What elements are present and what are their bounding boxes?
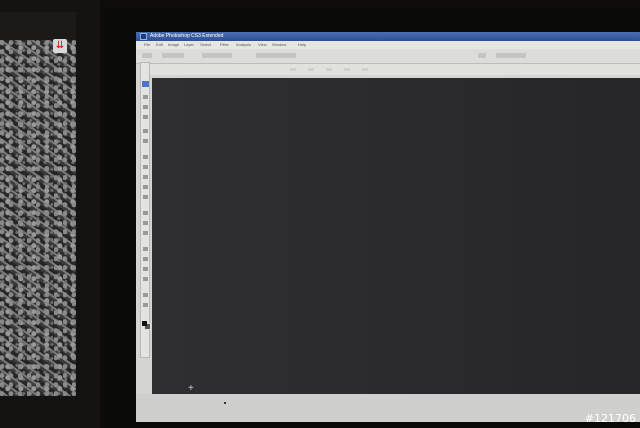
- left-monitor: ⇊: [0, 0, 100, 428]
- tool-preset-picker[interactable]: [142, 53, 152, 58]
- document-canvas[interactable]: +: [152, 78, 640, 394]
- tab-mark: [362, 68, 368, 71]
- marquee-tool-icon[interactable]: [143, 95, 148, 99]
- menu-layer[interactable]: Layer: [184, 41, 194, 49]
- watermark: #121706: [584, 412, 636, 425]
- zoom-tool-icon[interactable]: [143, 303, 148, 307]
- gradient-tool-icon[interactable]: [143, 211, 148, 215]
- status-indicator: [224, 402, 226, 404]
- blur-tool-icon[interactable]: [143, 221, 148, 225]
- option-control[interactable]: [478, 53, 486, 58]
- clone-stamp-tool-icon[interactable]: [143, 175, 148, 179]
- pen-tool-icon[interactable]: [143, 247, 148, 251]
- type-tool-icon[interactable]: [143, 257, 148, 261]
- slice-tool-icon[interactable]: [143, 139, 148, 143]
- dodge-tool-icon[interactable]: [143, 231, 148, 235]
- move-tool-icon[interactable]: [142, 81, 149, 87]
- eraser-tool-icon[interactable]: [143, 195, 148, 199]
- document-tab[interactable]: [150, 64, 640, 75]
- menu-analysis[interactable]: Analysis: [236, 41, 251, 49]
- menu-select[interactable]: Select: [200, 41, 211, 49]
- path-selection-tool-icon[interactable]: [143, 267, 148, 271]
- crosshair-cursor-icon: +: [188, 383, 194, 394]
- photoshop-app-icon: [140, 33, 147, 40]
- window-title: Adobe Photoshop CS3 Extended: [150, 33, 224, 39]
- lasso-tool-icon[interactable]: [143, 105, 148, 109]
- foreground-color-swatch[interactable]: [142, 321, 147, 326]
- menu-bar: File Edit Image Layer Select Filter Anal…: [136, 41, 640, 49]
- menu-edit[interactable]: Edit: [156, 41, 163, 49]
- menu-file[interactable]: File: [144, 41, 150, 49]
- options-bar: [136, 49, 640, 64]
- healing-brush-tool-icon[interactable]: [143, 155, 148, 159]
- photoshop-window: Adobe Photoshop CS3 Extended File Edit I…: [136, 32, 640, 422]
- menu-window[interactable]: Window: [272, 41, 286, 49]
- menu-filter[interactable]: Filter: [220, 41, 229, 49]
- history-brush-tool-icon[interactable]: [143, 185, 148, 189]
- menu-view[interactable]: View: [258, 41, 267, 49]
- option-control[interactable]: [202, 53, 232, 58]
- title-bar: Adobe Photoshop CS3 Extended: [136, 32, 640, 41]
- tab-mark: [326, 68, 332, 71]
- left-monitor-topbar: [0, 12, 76, 40]
- tab-mark: [308, 68, 314, 71]
- left-monitor-wallpaper: [0, 40, 76, 396]
- download-arrow-glyph: ⇊: [55, 40, 65, 51]
- brush-tool-icon[interactable]: [143, 165, 148, 169]
- menu-help[interactable]: Help: [298, 41, 306, 49]
- shape-tool-icon[interactable]: [143, 277, 148, 281]
- status-bar: [136, 394, 640, 422]
- option-control[interactable]: [256, 53, 296, 58]
- download-arrow-icon[interactable]: ⇊: [53, 39, 67, 53]
- menu-image[interactable]: Image: [168, 41, 179, 49]
- toolbox: [140, 62, 151, 358]
- tab-mark: [290, 68, 296, 71]
- magic-wand-tool-icon[interactable]: [143, 115, 148, 119]
- crop-tool-icon[interactable]: [143, 129, 148, 133]
- workspace-dropdown[interactable]: [496, 53, 526, 58]
- hand-tool-icon[interactable]: [143, 293, 148, 297]
- tab-mark: [344, 68, 350, 71]
- option-control[interactable]: [162, 53, 184, 58]
